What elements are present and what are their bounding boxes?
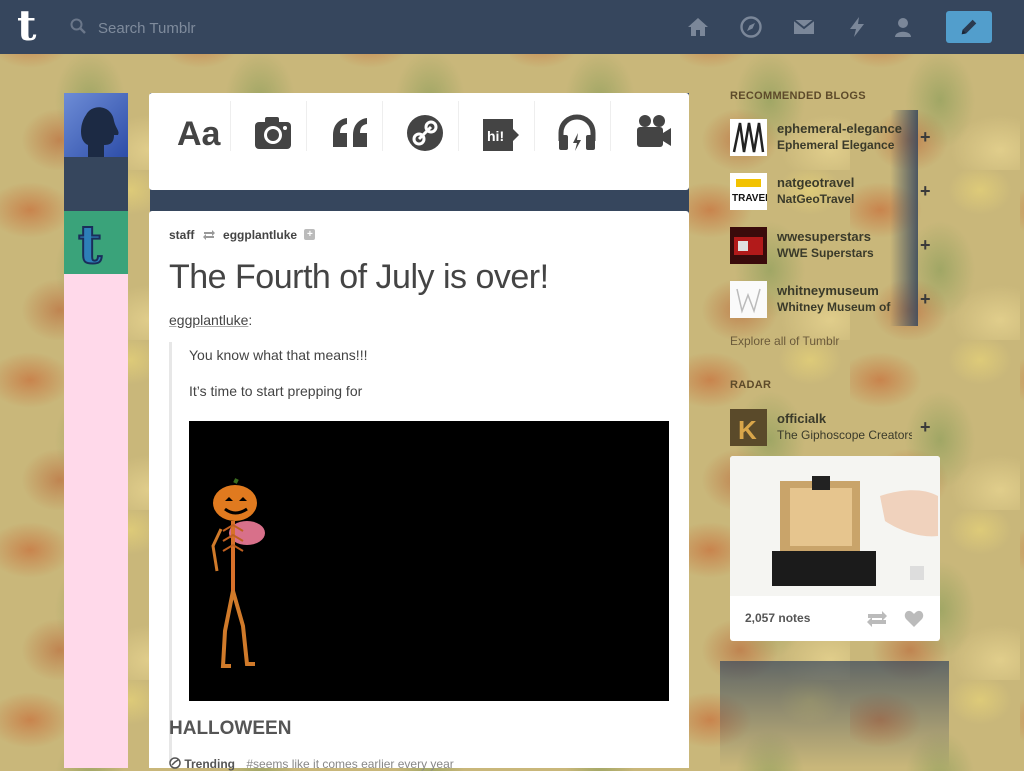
recommended-blog-item[interactable]: whitneymuseum Whitney Museum of + (730, 281, 931, 335)
video-post-button[interactable] (613, 101, 683, 159)
recommended-blog-item[interactable]: wwesuperstars WWE Superstars + (730, 227, 931, 281)
text-icon: Aa (177, 115, 222, 153)
post-author[interactable]: staff (169, 228, 194, 242)
blog-thumbnail: K (730, 409, 767, 446)
compose-button[interactable] (946, 11, 992, 43)
blog-thumbnail (730, 281, 767, 318)
svg-text:Aa: Aa (177, 115, 222, 153)
chat-icon: hi! (483, 119, 519, 151)
svg-text:t: t (78, 215, 102, 274)
follow-blog-button[interactable]: + (920, 127, 931, 148)
avatar-column-fill (64, 274, 128, 768)
quote-icon (333, 118, 367, 147)
quote-line-1: You know what that means!!! (189, 347, 368, 363)
recommended-blog-item[interactable]: TRAVEL natgeotravel NatGeoTravel + (730, 173, 931, 227)
audio-post-button[interactable] (537, 101, 611, 159)
svg-text:hi!: hi! (487, 128, 504, 144)
blog-name: ephemeral-elegance (777, 121, 903, 136)
source-user-link[interactable]: eggplantluke (169, 312, 248, 328)
top-navigation-bar: t (0, 0, 1024, 54)
silhouette-icon (81, 107, 119, 157)
blockquote: You know what that means!!! It’s time to… (169, 342, 672, 762)
account-icon[interactable] (891, 15, 915, 39)
blog-thumbnail (730, 227, 767, 264)
follow-blog-button[interactable]: + (920, 417, 931, 438)
giphoscope-image (730, 456, 940, 596)
reblog-icon[interactable] (866, 610, 888, 628)
heart-icon[interactable] (904, 610, 924, 628)
camera-icon (255, 117, 291, 149)
radar-image (730, 456, 940, 596)
svg-text:K: K (738, 415, 757, 445)
post-header: staff eggplantluke + (169, 227, 316, 243)
tumblr-t-icon: t (77, 214, 103, 277)
recommended-blog-item[interactable]: ephemeral-elegance Ephemeral Elegance + (730, 119, 931, 173)
video-camera-icon (637, 115, 671, 147)
radar-heading: RADAR (730, 379, 772, 391)
pencil-icon (961, 19, 977, 35)
quote-line-2: It’s time to start prepping for (189, 383, 363, 399)
activity-icon[interactable] (845, 15, 869, 39)
explore-link[interactable]: Explore all of Tumblr (730, 334, 839, 348)
follow-blog-button[interactable]: + (920, 235, 931, 256)
blog-description: The Giphoscope Creators (777, 428, 912, 442)
blog-name: wwesuperstars (777, 229, 871, 244)
post-heading: HALLOWEEN (169, 718, 292, 739)
post-type-composer: Aa hi! (149, 93, 689, 190)
blog-name: natgeotravel (777, 175, 855, 190)
dashboard-post: staff eggplantluke + The Fourth of July … (149, 211, 689, 771)
tumblr-logo[interactable]: t (17, 5, 49, 47)
post-tag[interactable]: #seems like it comes earlier every year (246, 757, 453, 771)
blog-name: whitneymuseum (777, 283, 879, 298)
reblogged-from[interactable]: eggplantluke (223, 228, 297, 242)
trending-icon (169, 757, 181, 769)
search-box[interactable] (70, 14, 330, 42)
search-input[interactable] (96, 14, 330, 42)
blog-description: WWE Superstars (777, 246, 874, 260)
follow-blog-button[interactable]: + (920, 289, 931, 310)
svg-text:TRAVEL: TRAVEL (732, 193, 767, 204)
post-title: The Fourth of July is over! (169, 258, 549, 296)
messages-icon[interactable] (792, 15, 816, 39)
radar-post-card[interactable]: 2,057 notes (730, 456, 940, 641)
trending-label[interactable]: Trending (184, 757, 235, 771)
recommended-blogs-heading: RECOMMENDED BLOGS (730, 90, 866, 102)
radar-blog-item[interactable]: K officialk The Giphoscope Creators + (730, 409, 931, 463)
link-post-button[interactable] (385, 101, 459, 159)
blog-description: Ephemeral Elegance (777, 138, 895, 152)
sidebar-footer-shade (720, 661, 949, 768)
pumpkin-skeleton-gif[interactable] (189, 421, 669, 701)
photo-post-button[interactable] (233, 101, 307, 159)
home-icon[interactable] (686, 15, 710, 39)
link-icon (407, 115, 443, 151)
reblog-icon (202, 229, 215, 240)
blog-thumbnail: TRAVEL (730, 173, 767, 210)
post-author-avatar[interactable]: t (64, 211, 128, 277)
follow-button[interactable]: + (304, 229, 316, 241)
blog-name: officialk (777, 411, 827, 426)
explore-icon[interactable] (739, 15, 763, 39)
chat-post-button[interactable]: hi! (461, 101, 535, 159)
search-icon (70, 18, 86, 34)
blog-thumbnail (730, 119, 767, 156)
follow-blog-button[interactable]: + (920, 181, 931, 202)
notes-count[interactable]: 2,057 notes (745, 611, 810, 625)
quote-post-button[interactable] (309, 101, 383, 159)
blog-description: Whitney Museum of (777, 300, 891, 314)
blog-description: NatGeoTravel (777, 192, 855, 206)
headphones-icon (558, 114, 596, 151)
text-post-button[interactable]: Aa (157, 101, 231, 159)
post-footer: Trending #seems like it comes earlier ev… (169, 757, 454, 771)
pumpkin-skeleton-image (211, 478, 265, 668)
user-avatar[interactable] (64, 93, 128, 157)
post-source: eggplantluke: (169, 312, 253, 328)
